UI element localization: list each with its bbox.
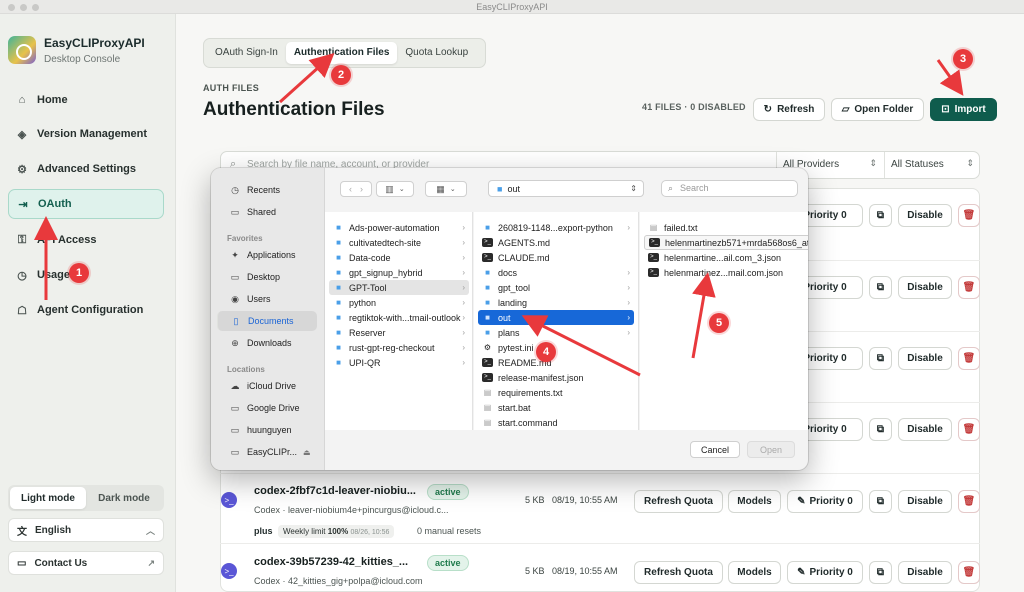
annotation-3: 3 bbox=[953, 49, 973, 69]
arrow-5 bbox=[691, 272, 716, 359]
arrow-2 bbox=[278, 52, 335, 104]
annotation-1: 1 bbox=[69, 263, 89, 283]
annotation-arrows bbox=[34, 52, 964, 377]
annotation-2: 2 bbox=[331, 65, 351, 85]
annotation-4: 4 bbox=[536, 342, 556, 362]
annotation-5: 5 bbox=[709, 313, 729, 333]
